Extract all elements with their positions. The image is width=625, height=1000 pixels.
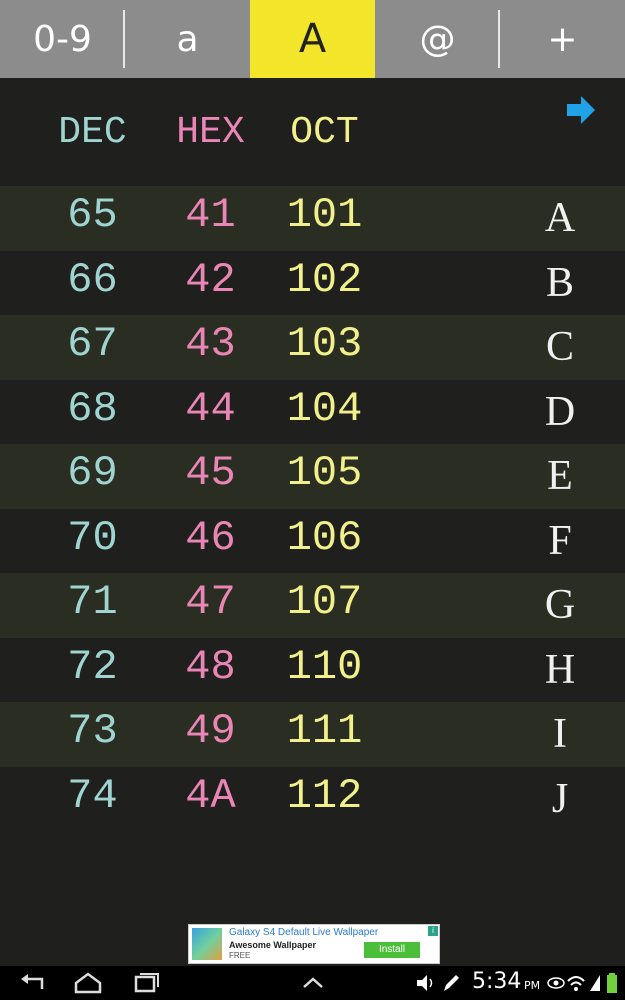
- tab-uppercase[interactable]: A: [250, 0, 375, 78]
- tab-symbols-label: @: [419, 18, 456, 60]
- oct-value: 103: [286, 320, 363, 368]
- char-value: G: [544, 582, 576, 628]
- tab-lowercase[interactable]: a: [125, 0, 250, 78]
- battery-icon: [607, 973, 617, 993]
- header-dec: DEC: [58, 111, 127, 154]
- table-row[interactable]: 65 41 101 A: [0, 186, 625, 251]
- hex-value: 4A: [185, 771, 236, 820]
- hex-value: 47: [185, 578, 236, 626]
- table-row[interactable]: 69 45 105 E: [0, 444, 625, 509]
- char-value: J: [551, 775, 569, 822]
- eye-icon: [547, 977, 565, 989]
- status-ampm: PM: [524, 979, 541, 992]
- dec-value: 65: [67, 191, 118, 239]
- table-row[interactable]: 67 43 103 C: [0, 315, 625, 380]
- char-value: A: [544, 195, 576, 241]
- table-row[interactable]: 68 44 104 D: [0, 380, 625, 445]
- ad-title: Galaxy S4 Default Live Wallpaper: [229, 927, 379, 938]
- dec-value: 70: [67, 513, 118, 562]
- hex-value: 42: [185, 255, 236, 304]
- table-row[interactable]: 70 46 106 F: [0, 509, 625, 574]
- dec-value: 69: [67, 449, 118, 497]
- volume-icon: [417, 975, 433, 991]
- recents-icon[interactable]: [132, 971, 162, 995]
- char-value: H: [544, 646, 576, 693]
- tab-digits-label: 0-9: [33, 18, 92, 60]
- dec-value: 74: [67, 771, 118, 820]
- tab-lowercase-label: a: [176, 18, 199, 60]
- tab-symbols[interactable]: @: [375, 0, 500, 78]
- ad-install-button[interactable]: Install: [364, 942, 420, 958]
- hex-value: 46: [185, 513, 236, 562]
- signal-icon: [590, 975, 600, 991]
- ascii-table: 65 41 101 A 66 42 102 B 67 43 103 C 68 4…: [0, 186, 625, 831]
- ad-info-icon[interactable]: i: [428, 926, 438, 936]
- header-oct: OCT: [290, 111, 359, 154]
- dec-value: 72: [67, 642, 118, 691]
- hex-value: 44: [185, 384, 236, 433]
- back-icon[interactable]: [18, 971, 48, 995]
- arrow-right-icon[interactable]: [565, 94, 597, 126]
- table-row[interactable]: 72 48 110 H: [0, 638, 625, 703]
- table-row[interactable]: 74 4A 112 J: [0, 767, 625, 832]
- keyboard-category-tabs: 0-9 a A @ +: [0, 0, 625, 78]
- dec-value: 73: [67, 707, 118, 755]
- hex-value: 43: [185, 320, 236, 368]
- tab-more[interactable]: +: [500, 0, 625, 78]
- hex-value: 45: [185, 449, 236, 497]
- ad-price: FREE: [229, 951, 251, 960]
- oct-value: 106: [286, 513, 363, 562]
- home-icon[interactable]: [72, 971, 104, 995]
- status-clock: 5:34: [472, 969, 522, 994]
- char-value: I: [553, 711, 567, 757]
- ad-subtitle: Awesome Wallpaper: [229, 940, 317, 950]
- char-value: E: [547, 453, 573, 499]
- char-value: B: [545, 259, 574, 306]
- tab-more-label: +: [547, 18, 578, 60]
- oct-value: 105: [286, 449, 363, 497]
- wifi-icon: [567, 976, 585, 991]
- char-value: D: [544, 388, 576, 435]
- dec-value: 67: [67, 320, 118, 368]
- hex-value: 49: [185, 707, 236, 755]
- system-navigation-bar: 5:34 PM: [0, 966, 625, 1000]
- oct-value: 104: [286, 384, 363, 433]
- chevron-up-icon[interactable]: [300, 971, 326, 995]
- tab-uppercase-label: A: [298, 16, 327, 62]
- oct-value: 107: [286, 578, 363, 626]
- header-hex: HEX: [176, 111, 245, 154]
- dec-value: 68: [67, 384, 118, 433]
- char-value: C: [545, 324, 574, 370]
- ad-app-icon: [192, 928, 222, 960]
- dec-value: 66: [67, 255, 118, 304]
- char-value: F: [548, 517, 572, 564]
- oct-value: 102: [286, 255, 363, 304]
- table-row[interactable]: 71 47 107 G: [0, 573, 625, 638]
- dec-value: 71: [67, 578, 118, 626]
- table-row[interactable]: 73 49 111 I: [0, 702, 625, 767]
- pencil-icon: [444, 975, 459, 991]
- oct-value: 111: [286, 707, 363, 755]
- table-row[interactable]: 66 42 102 B: [0, 251, 625, 316]
- oct-value: 110: [286, 642, 363, 691]
- oct-value: 101: [286, 191, 363, 239]
- tab-digits[interactable]: 0-9: [0, 0, 125, 78]
- hex-value: 41: [185, 191, 236, 239]
- oct-value: 112: [286, 771, 363, 820]
- hex-value: 48: [185, 642, 236, 691]
- ad-banner[interactable]: Galaxy S4 Default Live Wallpaper Awesome…: [188, 924, 440, 964]
